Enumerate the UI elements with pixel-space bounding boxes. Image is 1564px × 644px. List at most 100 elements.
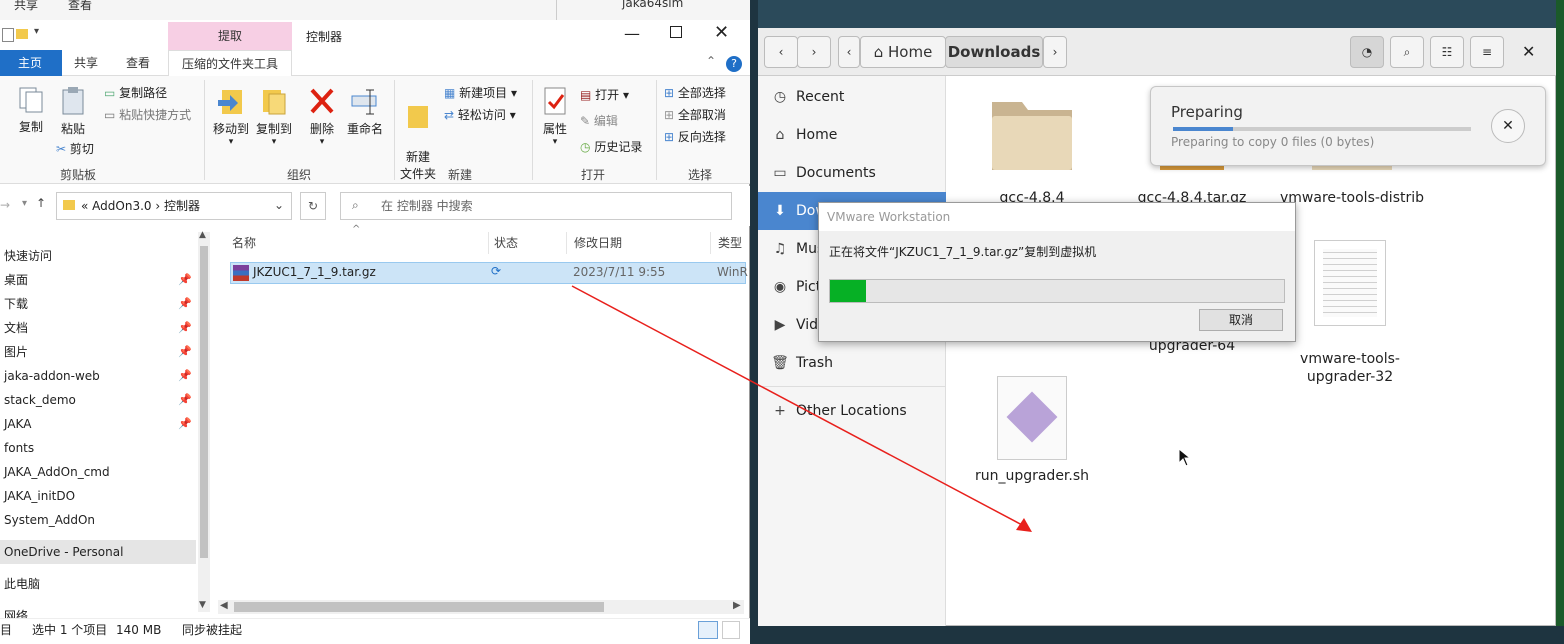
search-button[interactable]: ⌕	[1390, 36, 1424, 68]
search-input[interactable]: 在 控制器 中搜索	[340, 192, 732, 220]
open-button[interactable]: ▤ 打开 ▾	[580, 86, 629, 103]
nav-item[interactable]: 图片 📌	[0, 340, 196, 364]
minimize-icon[interactable]: —	[624, 24, 640, 43]
recent-locations-icon[interactable]: ▾	[22, 198, 27, 209]
nav-item[interactable]: JAKA 📌	[0, 412, 196, 436]
maximize-icon[interactable]	[670, 26, 682, 38]
cancel-button[interactable]: 取消	[1199, 309, 1283, 331]
properties-icon	[544, 87, 566, 115]
address-bar[interactable]: « AddOn3.0 › 控制器	[56, 192, 292, 220]
move-to-button[interactable]: 移动到 ▾	[210, 86, 252, 147]
sidebar-item[interactable]: 🗑 Trash	[758, 344, 946, 382]
properties-button[interactable]: 属性 ▾	[536, 86, 574, 147]
sidebar-item[interactable]: ▭ Documents	[758, 154, 946, 192]
paste-shortcut-button[interactable]: ▭ 粘贴快捷方式	[104, 106, 191, 123]
breadcrumb-controller[interactable]: 控制器	[164, 199, 200, 213]
column-type[interactable]: 类型	[718, 232, 742, 254]
path-downloads-button[interactable]: Downloads	[945, 36, 1043, 68]
hscrollbar-thumb[interactable]	[234, 602, 604, 612]
collapse-ribbon-icon[interactable]: ⌃	[706, 54, 716, 68]
path-right-button[interactable]: ›	[1043, 36, 1067, 68]
sidebar-item[interactable]: ⌂ Home	[758, 116, 946, 154]
close-icon[interactable]: ✕	[714, 22, 729, 43]
help-icon[interactable]: ?	[726, 56, 742, 72]
breadcrumb-overflow[interactable]: «	[81, 199, 88, 213]
nav-item[interactable]: OneDrive - Personal	[0, 540, 196, 564]
tab-compressed-folder-tools[interactable]: 压缩的文件夹工具	[168, 50, 292, 76]
nav-item[interactable]: 此电脑	[0, 572, 196, 596]
invert-selection-button[interactable]: ⊞ 反向选择	[664, 128, 726, 145]
bg-tree-item[interactable]: jaka64sim	[622, 0, 683, 10]
tab-view[interactable]: 查看	[114, 50, 162, 76]
folder-icon[interactable]	[16, 29, 28, 39]
copy-button[interactable]: 复制	[14, 86, 48, 135]
ribbon-separator	[532, 80, 533, 180]
quick-access-dropdown-icon[interactable]: ▾	[34, 26, 39, 37]
column-status[interactable]: 状态	[494, 232, 518, 254]
file-item[interactable]: gcc-4.8.4	[962, 92, 1102, 206]
paste-button[interactable]: 粘贴	[56, 86, 90, 137]
easy-access-button[interactable]: ⇄ 轻松访问 ▾	[444, 106, 516, 123]
column-name[interactable]: 名称	[232, 232, 256, 254]
desktop-background	[758, 0, 1564, 28]
nav-item[interactable]: jaka-addon-web 📌	[0, 364, 196, 388]
nav-item[interactable]: System_AddOn	[0, 508, 196, 532]
nav-item[interactable]: 下载 📌	[0, 292, 196, 316]
sync-status: 同步被挂起	[182, 623, 243, 637]
select-none-button[interactable]: ⊞ 全部取消	[664, 106, 726, 123]
scroll-down-icon[interactable]: ▼	[199, 600, 206, 610]
back-button[interactable]: ‹	[764, 36, 798, 68]
path-home-button[interactable]: ⌂ Home	[860, 36, 946, 68]
refresh-icon[interactable]: ↻	[300, 192, 326, 220]
scroll-right-icon[interactable]: ▶	[733, 600, 741, 611]
nav-item[interactable]: JAKA_AddOn_cmd	[0, 460, 196, 484]
new-folder-icon	[408, 106, 428, 128]
new-item-button[interactable]: ▦ 新建项目 ▾	[444, 84, 517, 101]
large-icons-view-icon[interactable]	[722, 621, 740, 639]
address-dropdown-icon[interactable]: ⌄	[274, 198, 284, 212]
rename-button[interactable]: 重命名	[344, 86, 386, 137]
operations-button[interactable]: ◔	[1350, 36, 1384, 68]
bg-menu-view[interactable]: 查看	[68, 0, 92, 13]
nav-item[interactable]: 文档 📌	[0, 316, 196, 340]
home-icon: ⌂	[775, 127, 785, 143]
scroll-left-icon[interactable]: ◀	[220, 600, 228, 611]
compress-tools-tab-header[interactable]: 提取	[168, 22, 292, 50]
select-all-button[interactable]: ⊞ 全部选择	[664, 84, 726, 101]
search-icon: ⌕	[352, 198, 359, 212]
up-icon[interactable]: ↑	[36, 196, 46, 210]
nav-item[interactable]: 桌面 📌	[0, 268, 196, 292]
breadcrumb-addon[interactable]: AddOn3.0	[92, 199, 151, 213]
cut-button[interactable]: ✂ 剪切	[56, 140, 94, 157]
edit-button[interactable]: ✎ 编辑	[580, 112, 618, 129]
sidebar-item[interactable]: + Other Locations	[758, 392, 946, 430]
tab-home[interactable]: 主页	[0, 50, 62, 76]
nav-item[interactable]: 快速访问	[0, 244, 196, 268]
cut-label: 剪切	[69, 142, 94, 156]
nav-item[interactable]: JAKA_initDO	[0, 484, 196, 508]
menu-button[interactable]: ≡	[1470, 36, 1504, 68]
history-button[interactable]: ◷ 历史记录	[580, 138, 642, 155]
close-icon[interactable]: ✕	[1522, 42, 1535, 61]
copy-to-button[interactable]: 复制到 ▾	[253, 86, 295, 147]
easy-access-label: 轻松访问	[457, 108, 506, 122]
column-date[interactable]: 修改日期	[574, 232, 622, 254]
bg-menu-share[interactable]: 共享	[14, 0, 38, 13]
file-item[interactable]: run_upgrader.sh	[962, 376, 1102, 484]
tab-share[interactable]: 共享	[62, 50, 110, 76]
copy-path-button[interactable]: ▭ 复制路径	[104, 84, 167, 101]
details-view-icon[interactable]	[698, 621, 718, 639]
forward-button[interactable]: ›	[797, 36, 831, 68]
nav-item[interactable]: stack_demo 📌	[0, 388, 196, 412]
file-item[interactable]: vmware-tools- upgrader-32	[1280, 224, 1420, 402]
forward-icon[interactable]: →	[0, 198, 10, 212]
nav-scrollbar-thumb[interactable]	[200, 246, 208, 558]
file-row[interactable]: JKZUC1_7_1_9.tar.gz ⟳ 2023/7/11 9:55 Win…	[230, 262, 748, 284]
delete-button[interactable]: 删除 ▾	[304, 86, 340, 147]
view-mode-button[interactable]: ☷	[1430, 36, 1464, 68]
cancel-operation-button[interactable]: ✕	[1491, 109, 1525, 143]
path-left-button[interactable]: ‹	[838, 36, 860, 68]
scroll-up-icon[interactable]: ▲	[199, 230, 206, 240]
nav-item[interactable]: fonts	[0, 436, 196, 460]
sidebar-item[interactable]: ◷ Recent	[758, 78, 946, 116]
